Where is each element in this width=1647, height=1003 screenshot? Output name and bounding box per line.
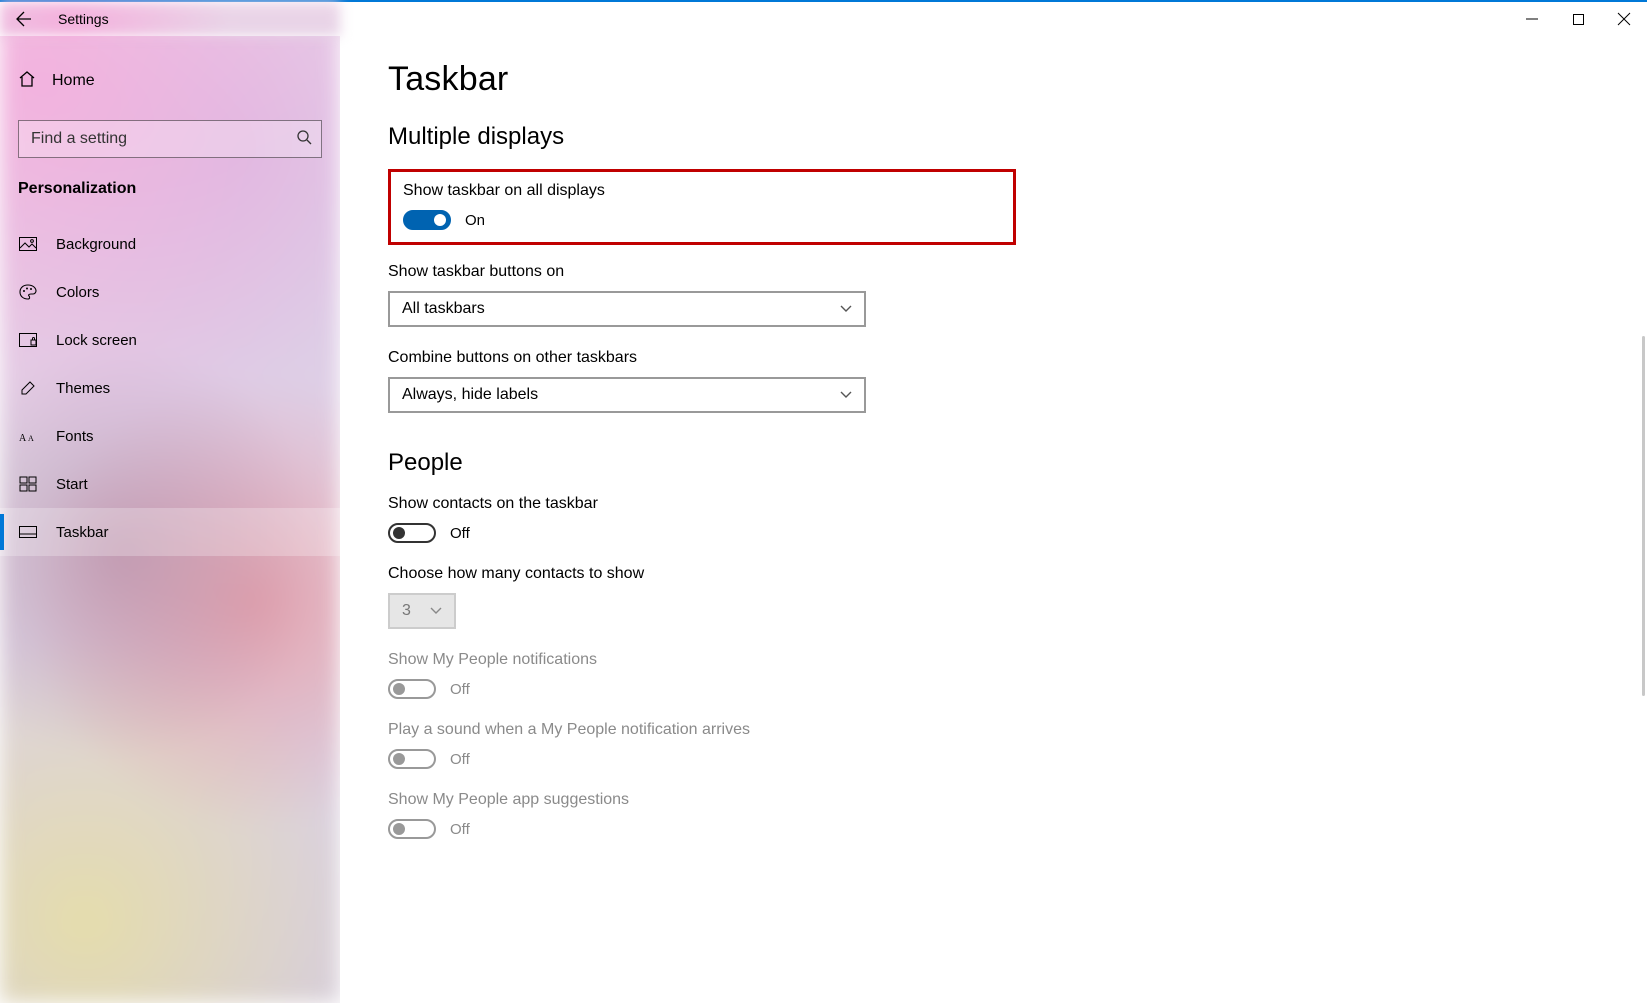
sidebar-item-label: Lock screen (56, 332, 137, 349)
sidebar-item-taskbar[interactable]: Taskbar (0, 508, 340, 556)
sidebar-item-label: Start (56, 476, 88, 493)
minimize-icon (1526, 13, 1538, 25)
main-content: Taskbar Multiple displays Show taskbar o… (340, 36, 1647, 1003)
picture-icon (18, 237, 38, 251)
setting-label: Choose how many contacts to show (388, 565, 1120, 583)
sidebar-item-label: Fonts (56, 428, 94, 445)
setting-label: Show My People app suggestions (388, 791, 1120, 809)
search-icon (296, 129, 312, 149)
themes-icon (18, 380, 38, 396)
chevron-down-icon (840, 303, 852, 315)
dropdown-value: All taskbars (402, 300, 485, 318)
sidebar-item-start[interactable]: Start (0, 460, 340, 508)
toggle-show-contacts[interactable] (388, 523, 436, 543)
toggle-state-text: Off (450, 525, 470, 542)
setting-label: Combine buttons on other taskbars (388, 349, 1120, 367)
scrollbar[interactable] (1642, 336, 1645, 696)
svg-text:A: A (28, 434, 34, 443)
toggle-state-text: Off (450, 821, 470, 838)
lock-screen-icon (18, 333, 38, 347)
svg-text:A: A (19, 433, 27, 444)
dropdown-contacts-count[interactable]: 3 (388, 593, 456, 629)
setting-label: Play a sound when a My People notificati… (388, 721, 1120, 739)
maximize-icon (1573, 14, 1584, 25)
window-title: Settings (58, 11, 109, 27)
dropdown-value: 3 (402, 602, 411, 620)
chevron-down-icon (430, 605, 442, 617)
chevron-down-icon (840, 389, 852, 401)
toggle-show-taskbar-all-displays[interactable] (403, 210, 451, 230)
sidebar-item-label: Taskbar (56, 524, 109, 541)
sidebar-item-label: Background (56, 236, 136, 253)
dropdown-combine-buttons[interactable]: Always, hide labels (388, 377, 866, 413)
highlight-show-taskbar-all-displays: Show taskbar on all displays On (388, 169, 1016, 245)
toggle-state-text: On (465, 212, 485, 229)
maximize-button[interactable] (1555, 2, 1601, 36)
sidebar: Home Personalization Background Colors (0, 36, 340, 1003)
dropdown-show-taskbar-buttons-on[interactable]: All taskbars (388, 291, 866, 327)
setting-label: Show contacts on the taskbar (388, 495, 1120, 513)
toggle-my-people-suggestions (388, 819, 436, 839)
setting-label: Show My People notifications (388, 651, 1120, 669)
dropdown-value: Always, hide labels (402, 386, 538, 404)
taskbar-icon (18, 526, 38, 538)
toggle-my-people-notifications (388, 679, 436, 699)
sidebar-item-colors[interactable]: Colors (0, 268, 340, 316)
minimize-button[interactable] (1509, 2, 1555, 36)
arrow-left-icon (16, 11, 32, 27)
home-icon (18, 70, 36, 92)
palette-icon (18, 284, 38, 300)
sidebar-item-background[interactable]: Background (0, 220, 340, 268)
section-people: People (388, 449, 1120, 477)
toggle-state-text: Off (450, 681, 470, 698)
close-button[interactable] (1601, 2, 1647, 36)
close-icon (1618, 13, 1630, 25)
toggle-state-text: Off (450, 751, 470, 768)
search-input[interactable] (18, 120, 322, 158)
sidebar-item-lock-screen[interactable]: Lock screen (0, 316, 340, 364)
sidebar-item-fonts[interactable]: AA Fonts (0, 412, 340, 460)
sidebar-item-themes[interactable]: Themes (0, 364, 340, 412)
home-nav[interactable]: Home (0, 54, 340, 108)
sidebar-item-label: Colors (56, 284, 99, 301)
titlebar: Settings (0, 0, 1647, 36)
setting-label: Show taskbar buttons on (388, 263, 1120, 281)
setting-label: Show taskbar on all displays (403, 182, 1001, 200)
home-label: Home (52, 72, 95, 90)
section-multiple-displays: Multiple displays (388, 123, 1120, 151)
toggle-my-people-sound (388, 749, 436, 769)
page-title: Taskbar (388, 60, 1120, 99)
fonts-icon: AA (18, 429, 38, 443)
sidebar-section-title: Personalization (0, 158, 340, 210)
sidebar-item-label: Themes (56, 380, 110, 397)
back-button[interactable] (0, 1, 48, 37)
start-icon (18, 477, 38, 491)
